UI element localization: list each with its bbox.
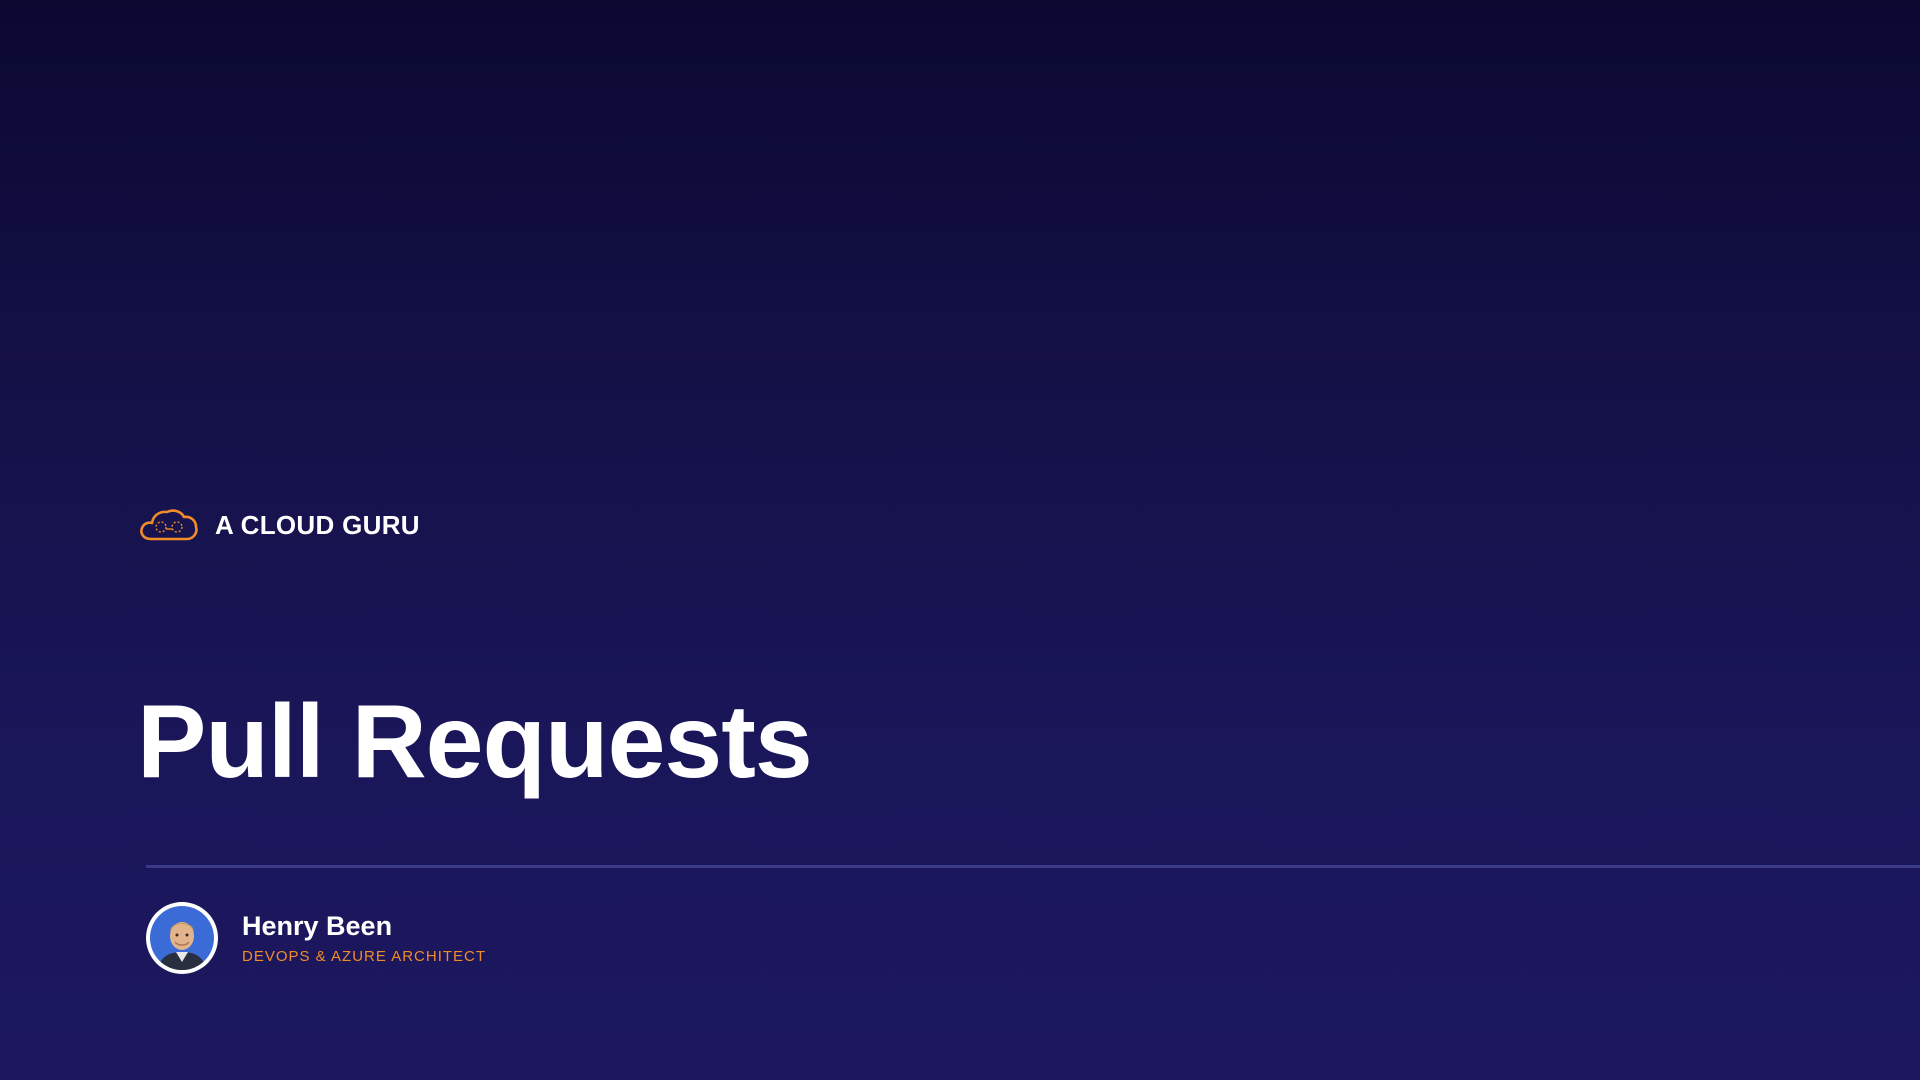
presenter-name: Henry Been [242,911,393,941]
brand: A CLOUD GURU [137,505,420,545]
slide-title: Pull Requests [137,684,813,800]
presenter-avatar [146,902,218,974]
presenter-role: DEVOPS & AZURE ARCHITECT [242,948,487,965]
presenter: Henry Been DEVOPS & AZURE ARCHITECT [146,902,486,974]
cloud-guru-logo-icon [140,509,198,541]
presenter-info: Henry Been DEVOPS & AZURE ARCHITECT [242,911,486,965]
title-slide: A CLOUD GURU Pull Requests Henry Been DE… [0,0,1920,1080]
brand-name: A CLOUD GURU [215,509,420,540]
person-avatar-icon [150,906,214,970]
divider [146,865,1920,868]
